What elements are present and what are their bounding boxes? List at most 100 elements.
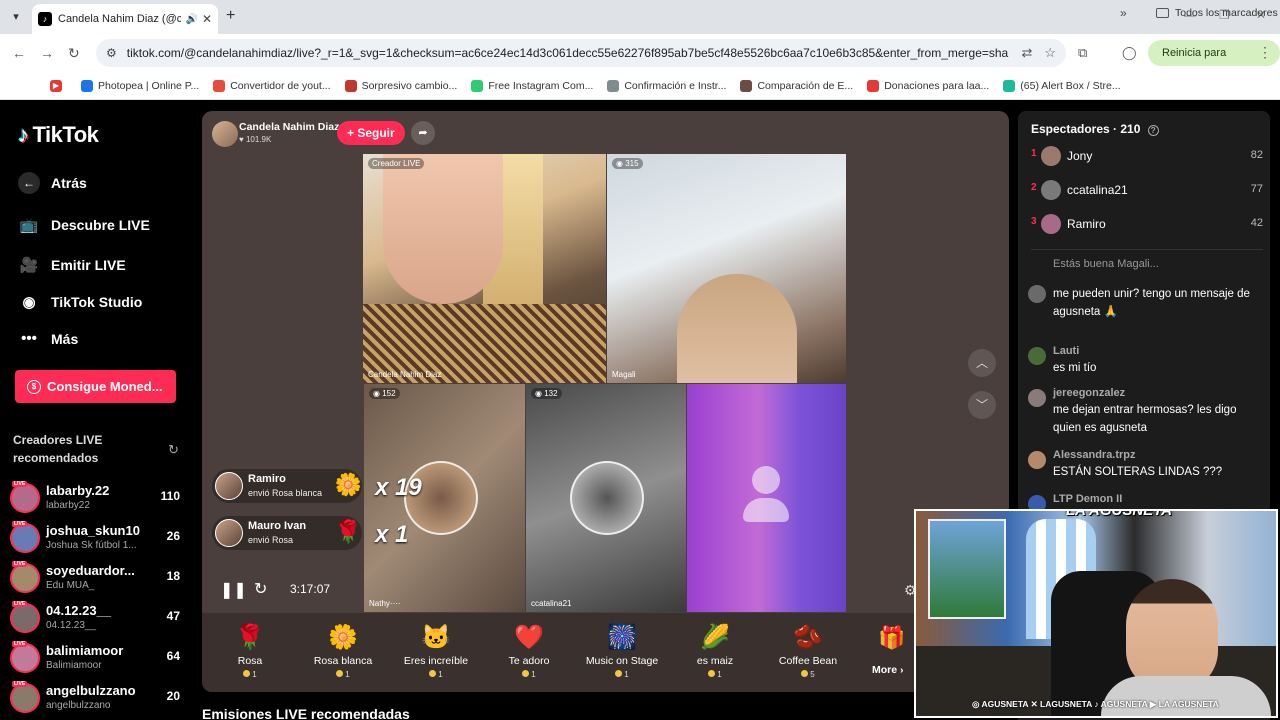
coin-icon [336, 670, 344, 677]
top-viewer-row[interactable]: 1 Jony 82 [1031, 144, 1263, 168]
speaker-icon[interactable]: 🔊 [185, 14, 197, 25]
help-icon[interactable]: ? [1147, 125, 1159, 136]
host-name[interactable]: Candela Nahim Diaz [239, 121, 339, 133]
share-icon[interactable]: ➦ [411, 121, 435, 145]
translate-icon[interactable]: ⇄ [1021, 45, 1032, 61]
reload-icon[interactable]: ↻ [68, 45, 80, 62]
recommended-creator[interactable]: LIVE angelbulzzano angelbulzzano 20 [10, 681, 190, 717]
chat-avatar[interactable] [1028, 451, 1046, 469]
sidebar-nav-tv[interactable]: 📺 Descubre LIVE [18, 216, 150, 234]
next-live-icon[interactable]: ﹀ [968, 391, 996, 419]
chat-avatar[interactable] [1028, 347, 1046, 365]
bookmark-item[interactable]: Donaciones para laa... [867, 79, 989, 92]
chat-username[interactable]: Alessandra.trpz [1053, 449, 1263, 461]
chat-text: ESTÁN SOLTERAS LINDAS ??? [1053, 466, 1223, 478]
bookmark-star-icon[interactable]: ☆ [1044, 45, 1056, 61]
pause-icon[interactable]: ❚❚ [220, 580, 247, 600]
recommended-creator[interactable]: LIVE balimiamoor Balimiamoor 64 [10, 641, 190, 677]
tab-search-icon[interactable]: ▾ [6, 8, 26, 26]
gift-item[interactable]: ❤️ Te adoro 1 [484, 623, 574, 679]
address-bar[interactable]: ⚙ tiktok.com/@candelanahimdiaz/live?_r=1… [96, 39, 1066, 67]
back-arrow-icon: ← [18, 172, 40, 194]
gift-price: 1 [205, 670, 295, 679]
profile-icon[interactable]: ◯ [1122, 45, 1137, 61]
recommended-lives-title: Emisiones LIVE recomendadas [202, 706, 410, 720]
coin-icon [243, 670, 251, 677]
sidebar-nav-label: Emitir LIVE [51, 257, 126, 273]
top-viewer-row[interactable]: 2 ccatalina21 77 [1031, 178, 1263, 202]
chat-avatar[interactable] [1028, 285, 1046, 303]
bookmark-item[interactable]: Confirmación e Instr... [607, 79, 726, 92]
more-gifts-button[interactable]: More › [872, 664, 904, 676]
host-video-cell[interactable]: Creador LIVE Candela Nahim Diaz [363, 154, 606, 383]
gift-item[interactable]: 🌼 Rosa blanca 1 [298, 623, 388, 679]
tiktok-logo[interactable]: ♪ TikTok [18, 122, 99, 148]
chat-username[interactable]: Lauti [1053, 345, 1263, 357]
browser-menu-icon[interactable]: ⋮ [1258, 44, 1272, 61]
new-tab-icon[interactable]: + [226, 7, 235, 25]
bookmark-item[interactable]: Convertidor de yout... [213, 79, 331, 92]
bookmark-item[interactable]: Sorpresivo cambio... [344, 79, 457, 92]
recommended-creator[interactable]: LIVE 04.12.23__ 04.12.23__ 47 [10, 601, 190, 637]
coin-icon: $ [27, 379, 41, 394]
gift-item[interactable]: 🌹 Rosa 1 [205, 623, 295, 679]
host-avatar[interactable] [212, 121, 238, 147]
url-text[interactable]: tiktok.com/@candelanahimdiaz/live?_r=1&_… [127, 46, 1010, 60]
bookmark-item[interactable]: Free Instagram Com... [471, 79, 593, 92]
back-icon[interactable]: ← [12, 45, 26, 61]
host-likes: ♥ 101.9K [239, 135, 272, 144]
bookmark-item[interactable]: Comparación de E... [740, 79, 853, 92]
sidebar-nav-label: TikTok Studio [51, 294, 143, 310]
chat-username[interactable]: LTP Demon II [1053, 493, 1263, 505]
bookmark-item[interactable]: (65) Alert Box / Stre... [1003, 79, 1121, 92]
previous-live-icon[interactable]: ︿ [968, 349, 996, 377]
top-viewer-row[interactable]: 3 Ramiro 42 [1031, 212, 1263, 236]
gift-item[interactable]: 🌽 es maiz 1 [670, 623, 760, 679]
youtube-bookmark[interactable]: ▶ [50, 79, 67, 92]
extensions-icon[interactable]: ⧉ [1078, 45, 1087, 61]
all-bookmarks-button[interactable]: Todos los marcadores [1156, 7, 1278, 19]
creator-avatar [10, 643, 40, 673]
get-coins-button[interactable]: $ Consigue Moned... [15, 370, 176, 403]
browser-tab[interactable]: ♪ Candela Nahim Diaz (@can 🔊 ✕ [32, 4, 218, 34]
gift-item[interactable]: 🐱 Eres increíble 1 [391, 623, 481, 679]
bookmark-favicon-icon [607, 79, 620, 92]
gifter-name: Ramiro [248, 473, 286, 485]
recommended-creator[interactable]: LIVE soyeduardor... Edu MUA_ 18 [10, 561, 190, 597]
follow-button[interactable]: + Seguir [337, 121, 405, 145]
coin-icon [522, 670, 530, 677]
viewer-score: 82 [1250, 149, 1263, 161]
guest-count: 132 [544, 389, 558, 398]
viewer-rank: 3 [1031, 216, 1037, 227]
viewer-avatar [1041, 214, 1061, 234]
logo-text: TikTok [32, 122, 99, 147]
site-info-icon[interactable]: ⚙ [106, 46, 117, 60]
empty-guest-slot[interactable] [687, 384, 846, 612]
gift-item[interactable]: 🎆 Music on Stage 1 [577, 623, 667, 679]
refresh-icon[interactable]: ↻ [168, 442, 179, 458]
sidebar-nav-studio[interactable]: ◉ TikTok Studio [18, 293, 142, 311]
chat-avatar[interactable] [1028, 389, 1046, 407]
sidebar-nav-back-arrow[interactable]: ← Atrás [18, 172, 87, 194]
sidebar-nav-more[interactable]: ••• Más [18, 330, 78, 347]
gift-box-icon[interactable]: 🎁 [878, 625, 905, 651]
forward-icon[interactable]: → [40, 45, 54, 61]
viewers-label: Espectadores [1031, 122, 1110, 136]
bookmarks-overflow-icon[interactable]: » [1120, 6, 1127, 20]
chat-username[interactable]: jereegonzalez [1053, 387, 1263, 399]
guest-video-cell-magali[interactable]: ◉ 315 Magali [607, 154, 846, 383]
sidebar-nav-camera[interactable]: 🎥 Emitir LIVE [18, 256, 126, 274]
streamer-face [1126, 579, 1218, 691]
recommended-creator[interactable]: LIVE joshua_skun10 Joshua Sk fútbol 1... 26 [10, 521, 190, 557]
gift-combo-count: x 19 [375, 474, 422, 501]
bookmark-favicon-icon [81, 79, 93, 92]
person-body [743, 498, 789, 522]
creator-subtitle: angelbulzzano [46, 700, 111, 711]
recommended-creator[interactable]: LIVE labarby.22 labarby22 110 [10, 481, 190, 517]
refresh-stream-icon[interactable]: ↻ [254, 579, 267, 599]
bookmark-item[interactable]: Photopea | Online P... [81, 79, 199, 92]
stadium-poster [928, 519, 1006, 619]
close-tab-icon[interactable]: ✕ [202, 12, 212, 26]
guest-video-cell-ccatalina[interactable]: ◉ 132 ccatalina21 [526, 384, 686, 612]
gift-item[interactable]: 🫘 Coffee Bean 5 [763, 623, 853, 679]
